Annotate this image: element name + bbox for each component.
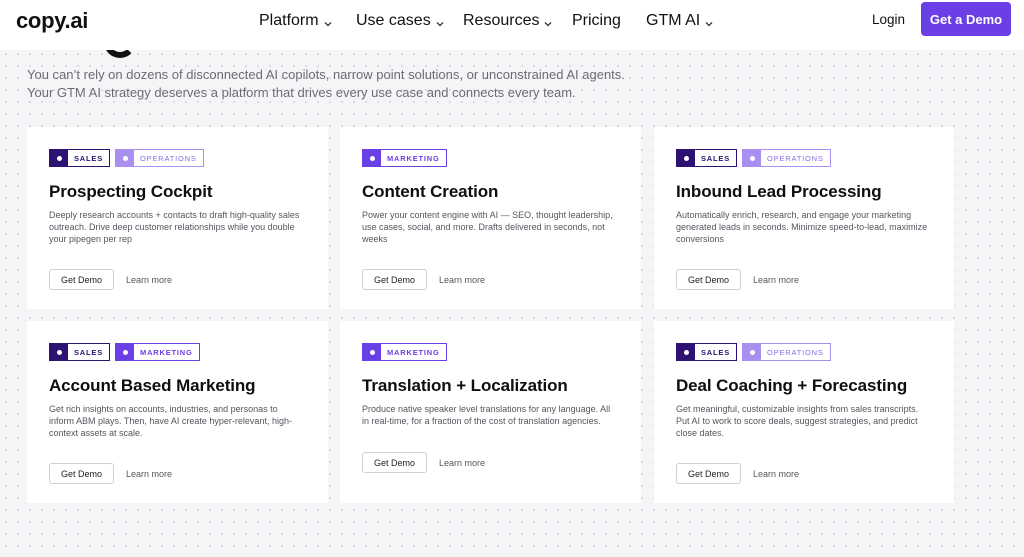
nav-label: Resources [463, 12, 540, 29]
tag-marketing: MARKETING [115, 343, 200, 361]
card-title: Inbound Lead Processing [676, 182, 882, 201]
card-title: Content Creation [362, 182, 499, 201]
card-description: Produce native speaker level translation… [362, 404, 611, 426]
tag-dot-icon [677, 344, 695, 360]
tag-label: OPERATIONS [767, 153, 824, 163]
tag-dot-icon [116, 150, 135, 166]
tag-label: MARKETING [387, 153, 440, 163]
learn-more-link[interactable]: Learn more [126, 275, 172, 285]
tag-label: SALES [74, 153, 104, 163]
tag-label: SALES [701, 153, 731, 163]
tag-list: SALES MARKETING [49, 343, 306, 361]
tag-label: OPERATIONS [767, 347, 824, 357]
use-case-card[interactable]: SALES OPERATIONS Inbound Lead Processing Au… [654, 127, 954, 309]
nav-label: Pricing [572, 12, 621, 29]
nav-gtm-ai[interactable]: GTM AI [646, 12, 714, 30]
nav-label: GTM AI [646, 12, 701, 29]
tag-label: MARKETING [387, 347, 440, 357]
card-description: Get meaningful, customizable insights fr… [676, 404, 919, 438]
chevron-down-icon [435, 16, 445, 27]
use-case-card[interactable]: SALES OPERATIONS Prospecting Cockpit Deeply… [27, 127, 328, 309]
card-actions: Get Demo Learn more [49, 269, 172, 290]
card-title: Translation + Localization [362, 376, 568, 395]
card-actions: Get Demo Learn more [49, 463, 172, 484]
card-title: Prospecting Cockpit [49, 182, 213, 201]
tag-sales: SALES [676, 149, 738, 167]
tag-marketing: MARKETING [362, 149, 447, 167]
tag-list: SALES OPERATIONS [49, 149, 306, 167]
get-demo-button[interactable]: Get Demo [676, 463, 742, 484]
tag-marketing: MARKETING [362, 343, 447, 361]
tag-dot-icon [116, 344, 135, 360]
tag-list: MARKETING [362, 343, 619, 361]
nav-use-cases[interactable]: Use cases [356, 12, 445, 30]
tag-list: MARKETING [362, 149, 619, 167]
get-demo-button[interactable]: Get Demo [49, 463, 115, 484]
learn-more-link[interactable]: Learn more [439, 458, 485, 468]
tag-operations: OPERATIONS [742, 343, 831, 361]
intro-line-2: Your GTM AI strategy deserves a platform… [27, 85, 576, 100]
tag-sales: SALES [49, 149, 111, 167]
tag-operations: OPERATIONS [115, 149, 204, 167]
use-case-card[interactable]: MARKETING Content Creation Power your cont… [340, 127, 641, 309]
tag-label: MARKETING [140, 347, 193, 357]
logo[interactable]: copy.ai [16, 8, 88, 34]
tag-list: SALES OPERATIONS [676, 343, 932, 361]
chevron-down-icon [323, 16, 333, 27]
nav-resources[interactable]: Resources [463, 12, 553, 30]
card-description: Power your content engine with AI — SEO,… [362, 210, 613, 244]
nav-platform[interactable]: Platform [259, 12, 333, 30]
tag-label: OPERATIONS [140, 153, 197, 163]
tag-sales: SALES [676, 343, 738, 361]
card-description: Deeply research accounts + contacts to d… [49, 210, 300, 244]
nav-label: Platform [259, 12, 319, 29]
card-title: Deal Coaching + Forecasting [676, 376, 908, 395]
tag-list: SALES OPERATIONS [676, 149, 932, 167]
learn-more-link[interactable]: Learn more [126, 469, 172, 479]
tag-operations: OPERATIONS [742, 149, 831, 167]
tag-sales: SALES [49, 343, 111, 361]
tag-dot-icon [50, 150, 68, 166]
tag-dot-icon [677, 150, 695, 166]
top-nav: copy.ai Platform Use cases Resources Pri… [0, 0, 1024, 50]
tag-dot-icon [363, 344, 381, 360]
tag-dot-icon [743, 344, 762, 360]
learn-more-link[interactable]: Learn more [439, 275, 485, 285]
nav-label: Use cases [356, 12, 431, 29]
login-link[interactable]: Login [872, 12, 905, 27]
use-case-card[interactable]: SALES MARKETING Account Based Marketing Get… [27, 321, 328, 503]
tag-label: SALES [701, 347, 731, 357]
learn-more-link[interactable]: Learn more [753, 275, 799, 285]
get-demo-button[interactable]: Get Demo [362, 452, 428, 473]
get-demo-button[interactable]: Get Demo [362, 269, 428, 290]
get-a-demo-button[interactable]: Get a Demo [921, 2, 1011, 36]
intro-line-1: You can’t rely on dozens of disconnected… [27, 67, 625, 82]
use-case-card[interactable]: SALES OPERATIONS Deal Coaching + Forecasti… [654, 321, 954, 503]
chevron-down-icon [704, 16, 714, 27]
tag-dot-icon [363, 150, 381, 166]
tag-dot-icon [50, 344, 68, 360]
card-actions: Get Demo Learn more [362, 452, 485, 473]
intro-text: You can’t rely on dozens of disconnected… [27, 66, 647, 102]
card-description: Automatically enrich, research, and enga… [676, 210, 928, 244]
card-actions: Get Demo Learn more [676, 463, 799, 484]
get-demo-button[interactable]: Get Demo [49, 269, 115, 290]
card-description: Get rich insights on accounts, industrie… [49, 404, 292, 438]
card-actions: Get Demo Learn more [676, 269, 799, 290]
card-title: Account Based Marketing [49, 376, 256, 395]
nav-pricing[interactable]: Pricing [572, 12, 621, 30]
use-case-card[interactable]: MARKETING Translation + Localization Produ… [340, 321, 641, 503]
chevron-down-icon [543, 16, 553, 27]
learn-more-link[interactable]: Learn more [753, 469, 799, 479]
card-actions: Get Demo Learn more [362, 269, 485, 290]
tag-dot-icon [743, 150, 762, 166]
get-demo-button[interactable]: Get Demo [676, 269, 742, 290]
tag-label: SALES [74, 347, 104, 357]
